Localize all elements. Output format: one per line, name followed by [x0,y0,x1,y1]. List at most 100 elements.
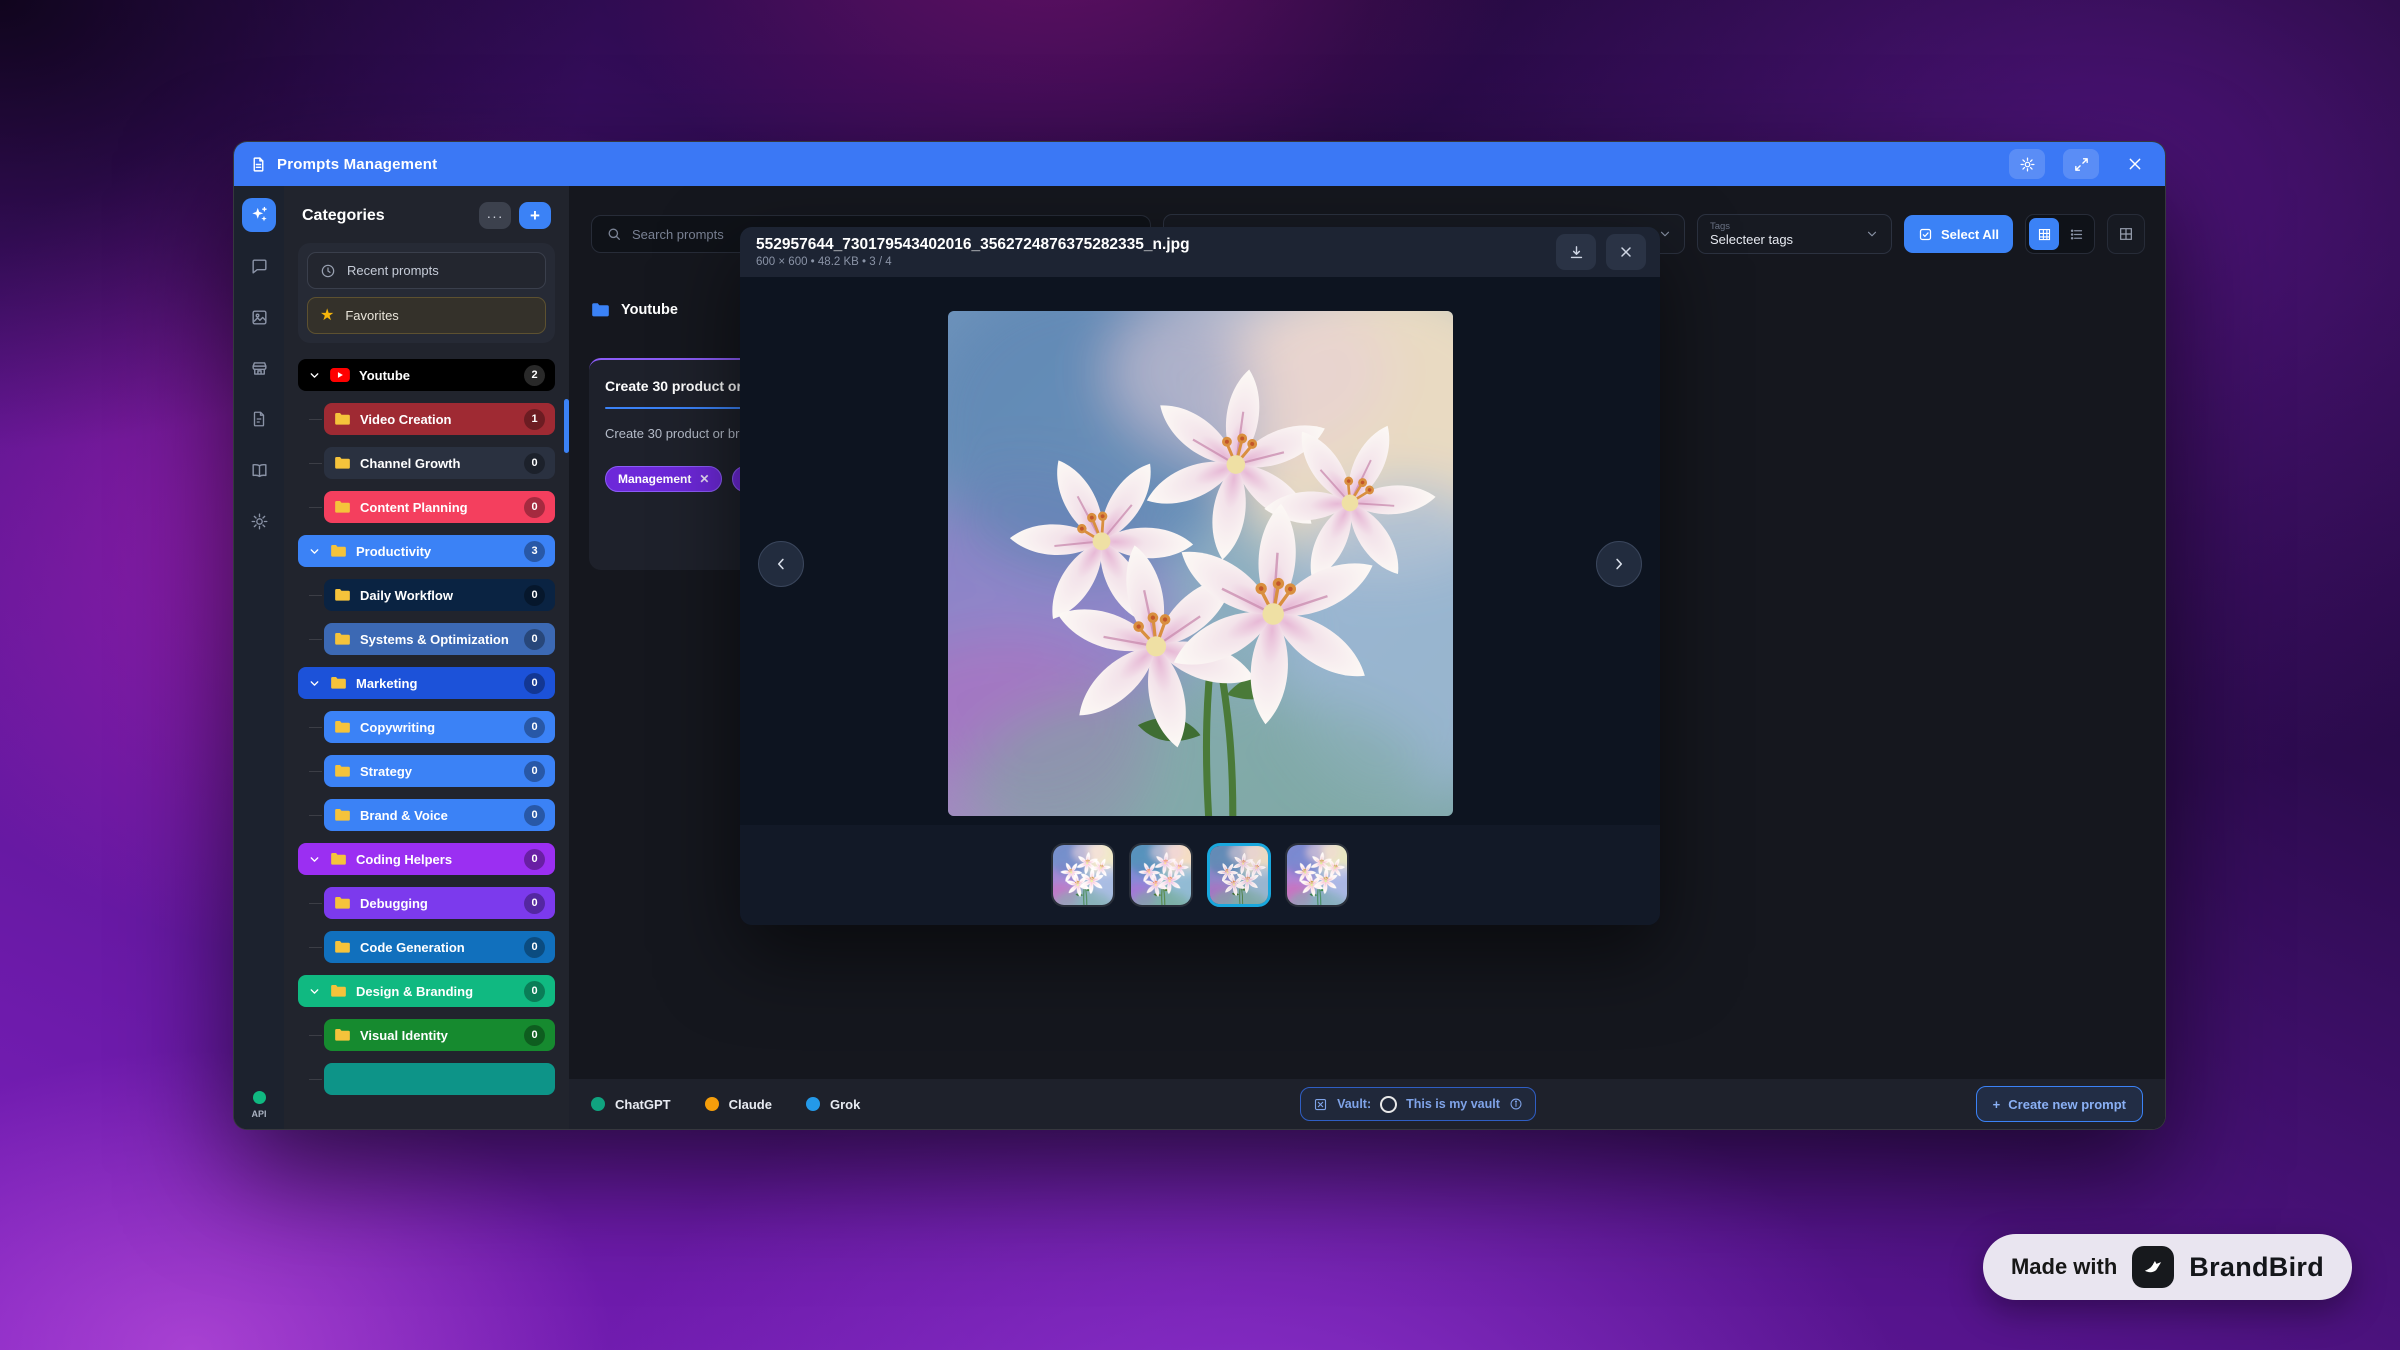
quick-filters: Recent prompts ★ Favorites [298,243,555,343]
list-view-button[interactable] [2061,218,2091,250]
rail-item-prompts[interactable] [242,198,276,232]
recent-prompts-item[interactable]: Recent prompts [307,252,546,289]
rail-item-chat[interactable] [242,249,276,283]
count-badge: 0 [524,981,545,1002]
brandbird-logo-icon [2132,1246,2174,1288]
select-all-label: Select All [1941,227,1999,242]
grid-view-button[interactable] [2029,218,2059,250]
favorites-item[interactable]: ★ Favorites [307,297,546,334]
create-new-prompt-label: Create new prompt [2008,1097,2126,1112]
ellipsis-icon: ··· [487,208,504,224]
count-badge: 3 [524,541,545,562]
folder-icon [334,940,351,954]
folder-icon [330,544,347,558]
category-item-brand-voice[interactable]: Brand & Voice0 [324,799,555,831]
rail-item-settings[interactable] [242,504,276,538]
folder-icon [330,676,347,690]
clock-icon [320,263,336,279]
count-badge: 0 [524,717,545,738]
folder-icon [334,720,351,734]
select-all-button[interactable]: Select All [1904,215,2013,253]
thumbnail-1[interactable] [1051,843,1115,907]
view-toggle [2025,214,2095,254]
thumbnail-2[interactable] [1129,843,1193,907]
category-item-visual-identity[interactable]: Visual Identity0 [324,1019,555,1051]
bottom-bar: ChatGPTClaudeGrok Vault: This is my vaul… [569,1079,2165,1129]
checkbox-check-icon [1918,227,1933,242]
thumbnail-3-selected[interactable] [1207,843,1271,907]
folder-icon [334,1028,351,1042]
modal-header: 552957644_730179543402016_35627248763752… [740,227,1660,277]
next-image-button[interactable] [1596,541,1642,587]
close-button[interactable] [2117,149,2153,179]
settings-button[interactable] [2009,149,2045,179]
category-item-channel-growth[interactable]: Channel Growth0 [324,447,555,479]
made-with-label: Made with [2011,1254,2117,1280]
book-icon [250,461,269,480]
folder-icon [334,896,351,910]
tags-dropdown[interactable]: Tags Selecteer tags [1697,214,1892,254]
rail-item-documents[interactable] [242,402,276,436]
create-new-prompt-button[interactable]: + Create new prompt [1976,1086,2143,1122]
thumbnail-image [1131,845,1191,905]
download-icon [1568,244,1585,261]
categories-sidebar: Categories ··· + Recent prompts ★ Favo [284,186,569,1129]
chevron-down-icon[interactable] [308,985,321,998]
previous-image-button[interactable] [758,541,804,587]
star-icon: ★ [320,308,334,324]
layout-grid-button[interactable] [2107,214,2145,254]
count-badge: 0 [524,497,545,518]
category-item-systems-optimization[interactable]: Systems & Optimization0 [324,623,555,655]
expand-button[interactable] [2063,149,2099,179]
rail-item-library[interactable] [242,453,276,487]
modal-close-button[interactable] [1606,234,1646,270]
chevron-down-icon[interactable] [308,677,321,690]
category-item-content-planning[interactable]: Content Planning0 [324,491,555,523]
category-item-debugging[interactable]: Debugging0 [324,887,555,919]
folder-icon [334,412,351,426]
recent-prompts-label: Recent prompts [347,263,439,278]
folder-icon [334,456,351,470]
legend-item-claude: Claude [705,1097,772,1112]
plus-icon: + [530,206,540,226]
vault-toggle-circle[interactable] [1380,1096,1397,1113]
add-category-button[interactable]: + [519,202,551,229]
category-item-partial[interactable] [324,1063,555,1095]
category-item-copywriting[interactable]: Copywriting0 [324,711,555,743]
rail-item-images[interactable] [242,300,276,334]
chat-icon [250,257,269,276]
vault-label: Vault: [1337,1097,1371,1111]
chevron-down-icon[interactable] [308,369,321,382]
count-badge: 0 [524,893,545,914]
thumbnail-4[interactable] [1285,843,1349,907]
category-item-daily-workflow[interactable]: Daily Workflow0 [324,579,555,611]
brandbird-badge: Made with BrandBird [1983,1234,2352,1300]
image-icon [250,308,269,327]
count-badge: 0 [524,849,545,870]
info-icon [1509,1097,1523,1111]
thumbnail-image [1287,845,1347,905]
folder-icon [334,808,351,822]
chevron-down-icon [1658,227,1672,241]
category-item-youtube[interactable]: Youtube2 [298,359,555,391]
vault-toggle-pill[interactable]: Vault: This is my vault [1300,1087,1536,1121]
category-item-design-branding[interactable]: Design & Branding0 [298,975,555,1007]
modal-body [740,277,1660,825]
category-item-marketing[interactable]: Marketing0 [298,667,555,699]
titlebar: Prompts Management [234,142,2165,186]
more-options-button[interactable]: ··· [479,202,511,229]
category-item-video-creation[interactable]: Video Creation1 [324,403,555,435]
category-item-code-generation[interactable]: Code Generation0 [324,931,555,963]
chevron-down-icon[interactable] [308,545,321,558]
chevron-down-icon[interactable] [308,853,321,866]
image-meta: 600 × 600 • 48.2 KB • 3 / 4 [756,256,1546,268]
tag-pill-management[interactable]: Management✕ [605,466,722,492]
close-icon [2127,156,2143,172]
download-button[interactable] [1556,234,1596,270]
count-badge: 0 [524,673,545,694]
rail-item-store[interactable] [242,351,276,385]
category-item-coding-helpers[interactable]: Coding Helpers0 [298,843,555,875]
category-item-productivity[interactable]: Productivity3 [298,535,555,567]
category-item-strategy[interactable]: Strategy0 [324,755,555,787]
remove-tag-icon[interactable]: ✕ [699,472,709,486]
